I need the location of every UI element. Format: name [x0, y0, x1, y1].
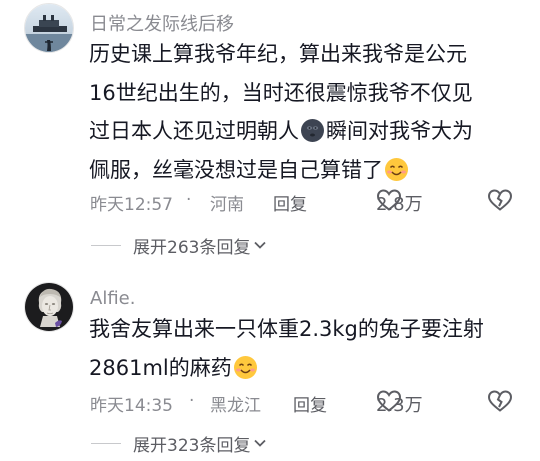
dislike-button[interactable] — [487, 389, 513, 418]
bust-avatar-icon — [25, 283, 73, 331]
username[interactable]: 日常之发际线后移 — [90, 10, 234, 36]
location: 河南 — [210, 195, 244, 215]
comment-line-part: 佩服，丝毫没想过是自己算错了 — [89, 157, 383, 182]
divider — [91, 442, 121, 444]
location: 黑龙江 — [210, 396, 261, 416]
like-count: 2.3万 — [376, 395, 423, 416]
reply-button[interactable]: 回复 — [273, 190, 307, 215]
reply-button[interactable]: 回复 — [293, 391, 327, 416]
chevron-down-icon — [254, 241, 267, 249]
user-avatar[interactable] — [24, 3, 74, 53]
comment-line: 历史课上算我爷年纪，算出来我爷是公元 — [89, 42, 467, 66]
like-button[interactable]: 2.8万 — [376, 188, 423, 215]
broken-heart-icon — [487, 189, 513, 211]
timestamp: 昨天12:57 — [90, 195, 173, 215]
comment-line-part: 2861ml的麻药 — [89, 355, 232, 380]
dislike-button[interactable] — [487, 188, 513, 217]
comment-line: 佩服，丝毫没想过是自己算错了 — [89, 151, 529, 190]
comment-line: 过日本人还见过明朝人 瞬间对我爷大为 — [89, 112, 529, 151]
divider — [91, 244, 121, 246]
comment-item: Alfie. 我舍友算出来一只体重2.3kg的兔子要注射 2861ml的麻药 昨… — [0, 280, 540, 461]
smile-emoji-icon — [233, 355, 257, 379]
user-avatar[interactable] — [24, 282, 74, 332]
comment-meta: 昨天12:57 · 河南 回复 2.8万 — [90, 188, 530, 217]
separator-dot: · — [186, 190, 192, 210]
expand-replies-button[interactable]: 展开323条回复 — [91, 430, 267, 456]
smile-emoji-icon — [385, 157, 408, 181]
ship-avatar-icon — [25, 4, 73, 52]
like-count: 2.8万 — [376, 194, 423, 215]
like-button[interactable]: 2.3万 — [376, 389, 423, 416]
comment-line: 2861ml的麻药 — [89, 349, 529, 388]
dark-face-emoji-icon — [301, 119, 324, 142]
comment-line: 我舍友算出来一只体重2.3kg的兔子要注射 — [89, 317, 484, 341]
comment-item: 日常之发际线后移 历史课上算我爷年纪，算出来我爷是公元 16世纪出生的，当时还很… — [0, 0, 540, 270]
comment-line-part: 过日本人还见过明朝人 — [89, 119, 299, 143]
broken-heart-icon — [487, 390, 513, 412]
comment-line: 16世纪出生的，当时还很震惊我爷不仅见 — [89, 80, 473, 105]
expand-replies-button[interactable]: 展开263条回复 — [91, 232, 267, 258]
comment-text: 我舍友算出来一只体重2.3kg的兔子要注射 2861ml的麻药 — [89, 310, 529, 387]
username[interactable]: Alfie. — [90, 288, 135, 309]
separator-dot: · — [189, 391, 195, 411]
comment-text: 历史课上算我爷年纪，算出来我爷是公元 16世纪出生的，当时还很震惊我爷不仅见 过… — [89, 35, 529, 189]
timestamp: 昨天14:35 — [90, 396, 173, 416]
comment-line-part: 瞬间对我爷大为 — [326, 119, 473, 143]
expand-replies-label: 展开263条回复 — [133, 237, 251, 258]
expand-replies-label: 展开323条回复 — [133, 435, 251, 456]
chevron-down-icon — [254, 439, 267, 447]
comment-meta: 昨天14:35 · 黑龙江 回复 2.3万 — [90, 389, 530, 418]
